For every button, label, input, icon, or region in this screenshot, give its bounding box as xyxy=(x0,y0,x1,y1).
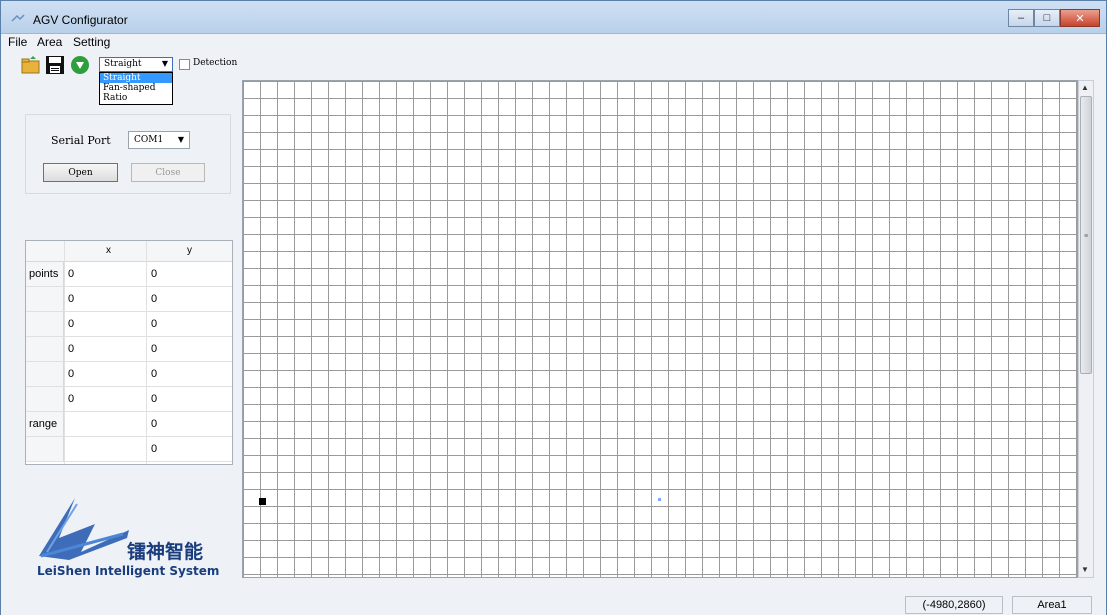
table-row[interactable]: range 0 xyxy=(26,412,232,437)
maximize-icon: □ xyxy=(1043,12,1051,24)
row-header xyxy=(26,387,64,411)
chevron-down-icon: ▼ xyxy=(161,59,168,68)
mode-select[interactable]: Straight ▼ xyxy=(99,57,173,72)
cell-x[interactable]: 0 xyxy=(68,387,74,411)
serial-port-panel xyxy=(25,114,231,194)
title-bar: AGV Configurator – □ ✕ xyxy=(1,1,1106,34)
logo-english-text: LeiShen Intelligent System xyxy=(37,564,220,578)
cell-y[interactable]: 0 xyxy=(151,287,157,311)
menu-area[interactable]: Area xyxy=(37,35,62,49)
minimize-button[interactable]: – xyxy=(1008,9,1034,27)
scrollbar-thumb[interactable]: ≡ xyxy=(1080,96,1092,374)
minimize-icon: – xyxy=(1017,12,1025,24)
app-window: AGV Configurator – □ ✕ File Area Setting xyxy=(0,0,1107,615)
cell-x[interactable]: 0 xyxy=(68,262,74,286)
agv-position-marker[interactable] xyxy=(259,498,266,505)
table-row[interactable]: points 0 0 xyxy=(26,262,232,287)
cell-y[interactable]: 0 xyxy=(151,312,157,336)
window-controls: – □ ✕ xyxy=(1008,9,1100,27)
area-text: Area1 xyxy=(1037,599,1067,611)
connect-circle-icon[interactable] xyxy=(70,55,90,75)
row-header xyxy=(26,437,64,461)
serial-port-label: Serial Port xyxy=(51,134,111,147)
row-header xyxy=(26,362,64,386)
open-port-button[interactable]: Open xyxy=(43,163,118,182)
coordinate-text: (-4980,2860) xyxy=(922,599,986,611)
cell-y[interactable]: 0 xyxy=(151,412,157,436)
coordinate-readout: (-4980,2860) xyxy=(905,596,1003,614)
serial-port-select[interactable]: COM1 ▼ xyxy=(128,131,190,149)
cell-x[interactable]: 0 xyxy=(68,312,74,336)
row-header xyxy=(26,337,64,361)
row-header: range xyxy=(26,412,64,436)
table-row[interactable]: 0 0 xyxy=(26,387,232,412)
area-indicator: Area1 xyxy=(1012,596,1092,614)
close-icon: ✕ xyxy=(1075,12,1085,25)
cell-y[interactable]: 0 xyxy=(151,437,157,461)
app-icon xyxy=(11,14,25,22)
grip-icon: ≡ xyxy=(1084,233,1089,240)
mode-select-value: Straight xyxy=(104,59,142,69)
close-port-button[interactable]: Close xyxy=(131,163,205,182)
mode-option-fan-shaped[interactable]: Fan-shaped xyxy=(100,83,172,93)
detection-checkbox[interactable] xyxy=(179,59,190,70)
points-table: x y points 0 0 0 0 0 0 0 0 0 0 0 0 range… xyxy=(25,240,233,465)
serial-port-value: COM1 xyxy=(134,135,164,145)
cell-y[interactable]: 0 xyxy=(151,387,157,411)
table-row[interactable]: 0 0 xyxy=(26,362,232,387)
mode-option-ratio[interactable]: Ratio xyxy=(100,93,172,103)
menu-file[interactable]: File xyxy=(8,35,27,49)
chevron-down-icon: ▼ xyxy=(177,135,184,144)
logo-chinese-text: 镭神智能 xyxy=(127,541,204,563)
table-row[interactable]: 0 0 xyxy=(26,287,232,312)
cell-y[interactable]: 0 xyxy=(151,337,157,361)
scroll-down-icon[interactable]: ▼ xyxy=(1081,565,1089,574)
cell-x[interactable]: 0 xyxy=(68,362,74,386)
mode-option-straight[interactable]: Straight xyxy=(100,73,172,83)
row-header xyxy=(26,312,64,336)
vertical-scrollbar[interactable]: ▲ ≡ ▼ xyxy=(1078,80,1094,578)
close-window-button[interactable]: ✕ xyxy=(1060,9,1100,27)
column-header-y: y xyxy=(187,245,192,256)
cell-x[interactable]: 0 xyxy=(68,287,74,311)
cell-y[interactable]: 0 xyxy=(151,262,157,286)
close-port-label: Close xyxy=(155,167,181,178)
open-port-label: Open xyxy=(68,167,93,178)
maximize-button[interactable]: □ xyxy=(1034,9,1060,27)
table-row[interactable]: 0 0 xyxy=(26,337,232,362)
table-header: x y xyxy=(26,241,232,262)
cell-x[interactable]: 0 xyxy=(68,337,74,361)
table-row[interactable]: 0 xyxy=(26,437,232,462)
menu-bar: File Area Setting xyxy=(1,34,1106,50)
column-header-x: x xyxy=(106,245,111,256)
mode-dropdown-list: Straight Fan-shaped Ratio xyxy=(99,72,173,105)
row-header: points xyxy=(26,262,64,286)
table-row[interactable]: 0 0 xyxy=(26,312,232,337)
scroll-up-icon[interactable]: ▲ xyxy=(1081,83,1089,92)
detection-label: Detection xyxy=(193,58,238,68)
map-grid-canvas[interactable] xyxy=(242,80,1078,578)
row-header xyxy=(26,287,64,311)
save-disk-icon[interactable] xyxy=(45,55,65,75)
cell-y[interactable]: 0 xyxy=(151,362,157,386)
window-title: AGV Configurator xyxy=(33,13,128,27)
open-folder-icon[interactable] xyxy=(21,55,41,75)
menu-setting[interactable]: Setting xyxy=(73,35,110,49)
origin-point-marker[interactable] xyxy=(658,498,661,501)
